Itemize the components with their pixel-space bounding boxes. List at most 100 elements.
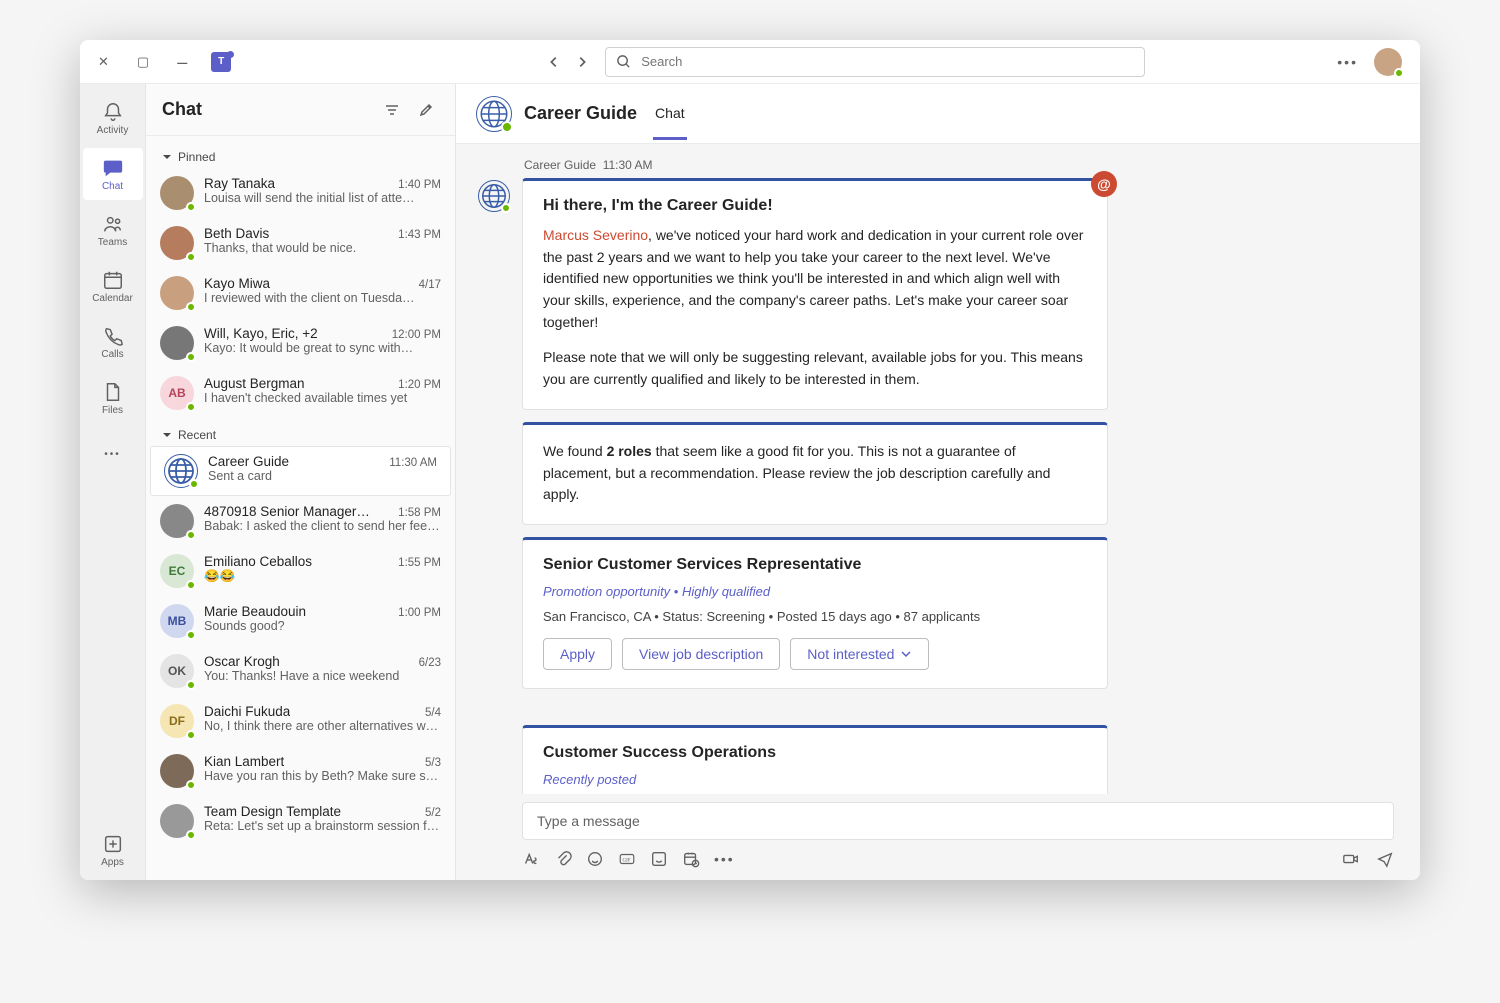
more-icon[interactable]: •••	[1337, 54, 1358, 70]
user-avatar[interactable]	[1374, 48, 1402, 76]
card-body: Please note that we will only be suggest…	[543, 347, 1087, 390]
messages-area[interactable]: Career Guide 11:30 AM @ Hi there, I'm th…	[456, 144, 1420, 794]
chevron-down-icon	[162, 430, 172, 440]
rail-chat[interactable]: Chat	[83, 148, 143, 200]
chat-name: Oscar Krogh	[204, 654, 280, 669]
chat-row[interactable]: Kayo Miwa4/17I reviewed with the client …	[146, 268, 455, 318]
view-job-button[interactable]: View job description	[622, 638, 780, 670]
chat-row[interactable]: Career Guide11:30 AMSent a card	[150, 446, 451, 496]
rail-calls[interactable]: Calls	[83, 316, 143, 368]
svg-text:GIF: GIF	[623, 858, 631, 863]
chat-time: 1:58 PM	[398, 507, 441, 519]
chat-list-header: Chat	[146, 84, 455, 136]
rail-teams[interactable]: Teams	[83, 204, 143, 256]
ellipsis-icon: •••	[104, 449, 121, 460]
chat-avatar: EC	[160, 554, 194, 588]
emoji-icon[interactable]	[586, 850, 604, 868]
format-icon[interactable]	[522, 850, 540, 868]
chat-preview: Kayo: It would be great to sync with…	[204, 341, 441, 355]
sticker-icon[interactable]	[650, 850, 668, 868]
maximize-icon[interactable]: ▢	[137, 54, 149, 70]
chat-name: Beth Davis	[204, 226, 269, 241]
more-compose-icon[interactable]: •••	[714, 851, 735, 867]
mention-badge-icon: @	[1091, 171, 1117, 197]
search-box[interactable]	[605, 47, 1145, 77]
chat-time: 1:20 PM	[398, 379, 441, 391]
chat-preview: 😂😂	[204, 569, 441, 584]
filter-icon[interactable]	[379, 97, 405, 123]
chat-preview: Babak: I asked the client to send her fe…	[204, 519, 441, 533]
chat-row[interactable]: 4870918 Senior Manager… 1:58 PMBabak: I a…	[146, 496, 455, 546]
job-meta: San Francisco, CA • Status: Screening • …	[543, 609, 1087, 624]
chat-avatar: MB	[160, 604, 194, 638]
chat-preview: You: Thanks! Have a nice weekend	[204, 669, 441, 683]
presence-icon	[1394, 68, 1404, 78]
chat-list-title: Chat	[162, 99, 371, 120]
card-job: Senior Customer Services RepresentativeP…	[522, 537, 1108, 689]
chat-avatar	[160, 504, 194, 538]
chat-row[interactable]: Will, Kayo, Eric, +212:00 PMKayo: It wou…	[146, 318, 455, 368]
chat-avatar	[160, 754, 194, 788]
card-intro: @ Hi there, I'm the Career Guide! Marcus…	[522, 178, 1108, 410]
send-icon[interactable]	[1376, 850, 1394, 868]
not-interested-button[interactable]: Not interested	[790, 638, 929, 670]
apply-button[interactable]: Apply	[543, 638, 612, 670]
attach-icon[interactable]	[554, 850, 572, 868]
section-recent[interactable]: Recent	[146, 418, 455, 446]
back-icon[interactable]	[547, 55, 561, 69]
rail-more[interactable]: •••	[83, 428, 143, 480]
chat-row[interactable]: MBMarie Beaudouin1:00 PMSounds good?	[146, 596, 455, 646]
schedule-icon[interactable]	[682, 850, 700, 868]
chat-preview: I reviewed with the client on Tuesda…	[204, 291, 441, 305]
rail-calendar[interactable]: Calendar	[83, 260, 143, 312]
chat-row[interactable]: OKOscar Krogh6/23You: Thanks! Have a nic…	[146, 646, 455, 696]
chat-list-body[interactable]: Pinned Ray Tanaka1:40 PMLouisa will send…	[146, 136, 455, 880]
chat-name: Career Guide	[208, 454, 289, 469]
rail-files[interactable]: Files	[83, 372, 143, 424]
chat-row[interactable]: ECEmiliano Ceballos1:55 PM😂😂	[146, 546, 455, 596]
gif-icon[interactable]: GIF	[618, 850, 636, 868]
chat-preview: Louisa will send the initial list of att…	[204, 191, 441, 205]
titlebar: ✕ ▢ – T •••	[80, 40, 1420, 84]
card-heading: Hi there, I'm the Career Guide!	[543, 197, 1087, 215]
chat-row[interactable]: Kian Lambert5/3Have you ran this by Beth…	[146, 746, 455, 796]
chat-avatar	[160, 176, 194, 210]
chat-avatar	[160, 226, 194, 260]
rail-apps[interactable]: Apps	[83, 824, 143, 876]
chat-name: Kayo Miwa	[204, 276, 270, 291]
chat-name: Marie Beaudouin	[204, 604, 306, 619]
chat-row[interactable]: ABAugust Bergman1:20 PMI haven't checked…	[146, 368, 455, 418]
chat-avatar	[160, 276, 194, 310]
chat-avatar: AB	[160, 376, 194, 410]
chevron-down-icon	[162, 152, 172, 162]
chat-header: Career Guide Chat	[456, 84, 1420, 144]
chat-name: Daichi Fukuda	[204, 704, 290, 719]
compose-toolbar: GIF •••	[456, 848, 1420, 880]
chat-row[interactable]: Beth Davis1:43 PMThanks, that would be n…	[146, 218, 455, 268]
chat-name: 4870918 Senior Manager…	[204, 504, 370, 519]
new-chat-icon[interactable]	[413, 97, 439, 123]
compose-box[interactable]: Type a message	[522, 802, 1394, 840]
chat-time: 1:00 PM	[398, 607, 441, 619]
card-body: We found 2 roles that seem like a good f…	[543, 441, 1087, 506]
chat-avatar: OK	[160, 654, 194, 688]
meet-icon[interactable]	[1342, 850, 1360, 868]
chat-row[interactable]: Ray Tanaka1:40 PMLouisa will send the in…	[146, 168, 455, 218]
chat-row[interactable]: Team Design Template5/2Reta: Let's set u…	[146, 796, 455, 846]
search-input[interactable]	[639, 53, 1134, 70]
chat-preview: No, I think there are other alternatives…	[204, 719, 441, 733]
sender-avatar	[478, 180, 510, 212]
window-controls: ✕ ▢ –	[98, 54, 187, 70]
section-pinned[interactable]: Pinned	[146, 140, 455, 168]
chat-avatar-globe	[476, 96, 512, 132]
forward-icon[interactable]	[575, 55, 589, 69]
chat-preview: I haven't checked available times yet	[204, 391, 441, 405]
chat-preview: Have you ran this by Beth? Make sure she…	[204, 769, 441, 783]
close-icon[interactable]: ✕	[98, 54, 109, 70]
chat-time: 1:55 PM	[398, 557, 441, 569]
chat-row[interactable]: DF Daichi Fukuda 5/4No, I think there are …	[146, 696, 455, 746]
tab-chat[interactable]: Chat	[653, 87, 687, 140]
chat-avatar: DF	[160, 704, 194, 738]
rail-activity[interactable]: Activity	[83, 92, 143, 144]
chat-time: 5/4	[425, 707, 441, 719]
